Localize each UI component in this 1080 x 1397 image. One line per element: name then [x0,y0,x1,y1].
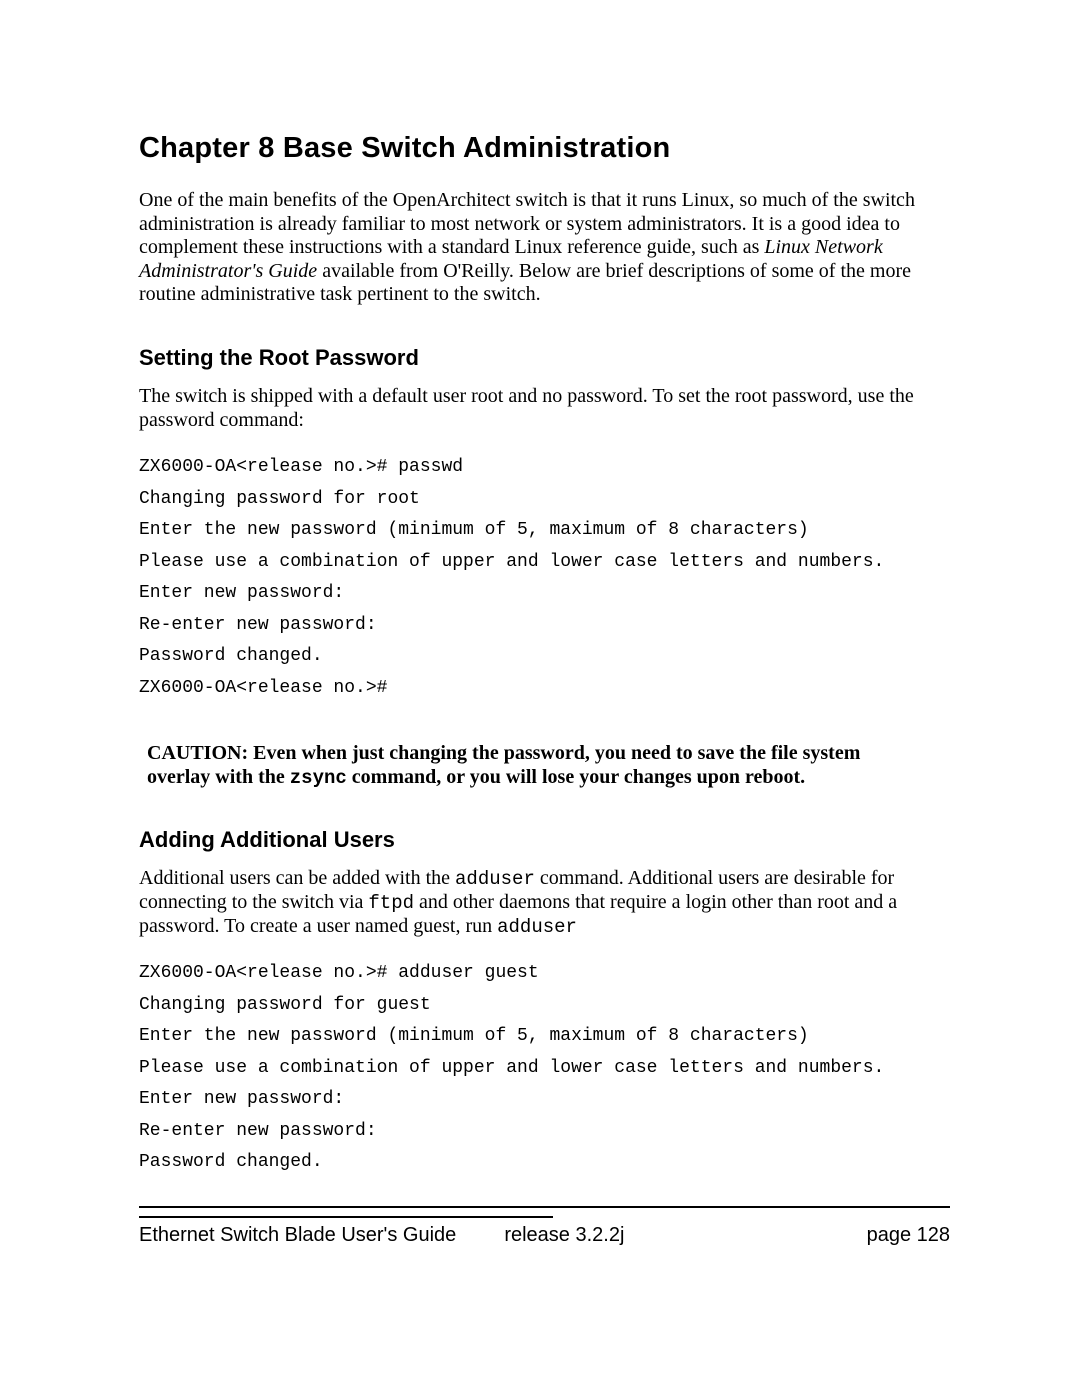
page-footer: Ethernet Switch Blade User's Guide relea… [139,1206,950,1247]
footer-spacer [624,1224,866,1247]
section1-paragraph: The switch is shipped with a default use… [139,385,950,432]
section-heading-root-password: Setting the Root Password [139,345,950,371]
caution-command: zsync [290,767,347,789]
caution-note: CAUTION: Even when just changing the pas… [147,742,950,789]
section2-paragraph: Additional users can be added with the a… [139,867,950,938]
footer-line: Ethernet Switch Blade User's Guide relea… [139,1224,950,1247]
cmd-adduser-1: adduser [455,868,535,890]
chapter-title: Chapter 8 Base Switch Administration [139,132,950,165]
footer-rule-mid [139,1216,553,1218]
s2-text-a: Additional users can be added with the [139,867,455,889]
document-page: Chapter 8 Base Switch Administration One… [0,0,1080,1397]
code-block-passwd: ZX6000-OA<release no.># passwd Changing … [139,452,950,704]
footer-page-number: page 128 [867,1224,950,1247]
code-block-adduser: ZX6000-OA<release no.># adduser guest Ch… [139,958,950,1179]
cmd-ftpd: ftpd [368,892,414,914]
caution-text-2: command, or you will lose your changes u… [347,766,805,788]
footer-doc-title: Ethernet Switch Blade User's Guide [139,1224,456,1247]
footer-rule-top [139,1206,950,1208]
cmd-adduser-2: adduser [497,916,577,938]
intro-paragraph: One of the main benefits of the OpenArch… [139,189,950,307]
footer-release: release 3.2.2j [504,1224,624,1247]
section-heading-add-users: Adding Additional Users [139,827,950,853]
